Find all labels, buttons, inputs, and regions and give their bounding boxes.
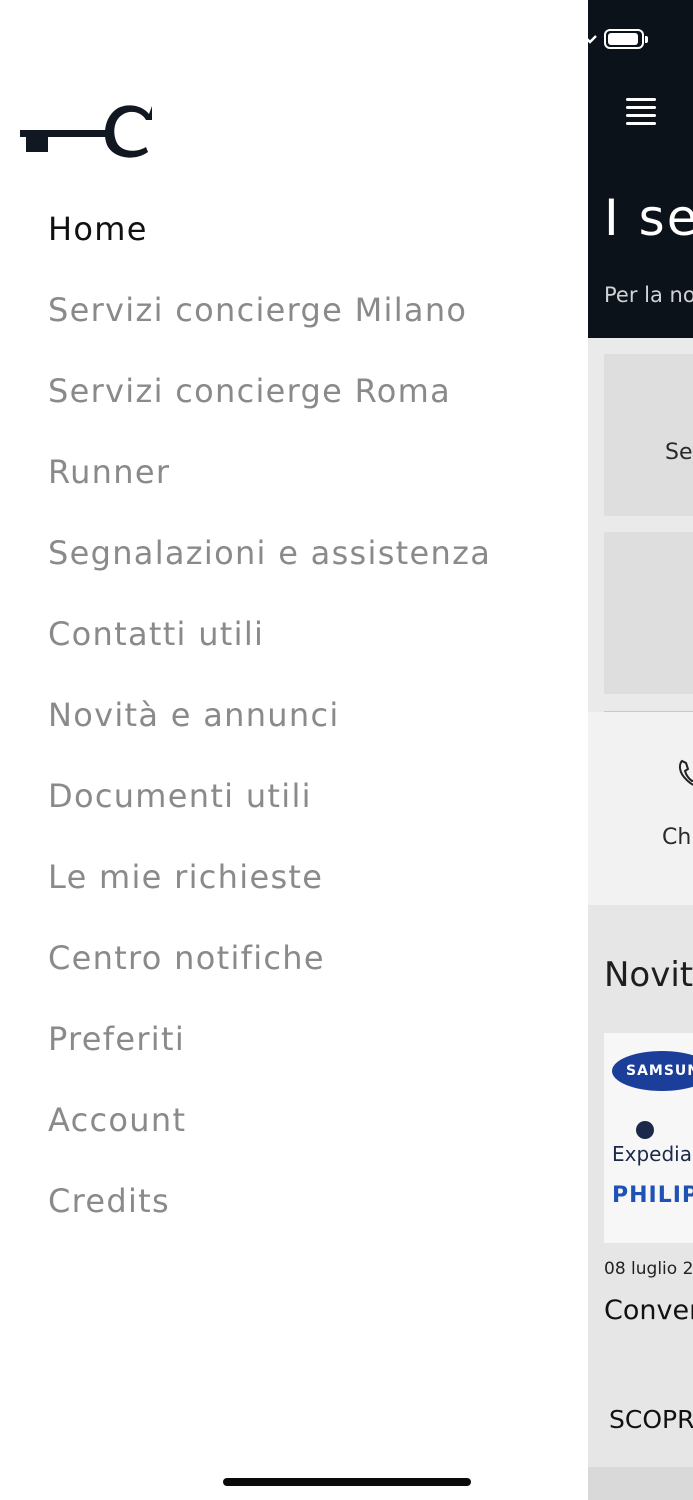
side-drawer: Home Servizi concierge Milano Servizi co… [0, 0, 588, 1500]
samsung-logo: SAMSUNG [612, 1051, 693, 1091]
bottom-strip [588, 1467, 693, 1500]
main-screen: I se Per la no Se Ch Novit SAMSUNG Exped… [588, 0, 693, 1500]
expedia-logo: Expedia [612, 1121, 693, 1166]
menu-item-preferiti[interactable]: Preferiti [48, 1019, 185, 1059]
menu-item-novita[interactable]: Novità e annunci [48, 695, 340, 735]
section-title: Novit [604, 955, 693, 995]
menu-item-documenti[interactable]: Documenti utili [48, 776, 312, 816]
battery-icon [604, 29, 648, 49]
status-bar [588, 18, 693, 62]
discover-button[interactable]: SCOPRI [609, 1405, 693, 1434]
menu-item-runner[interactable]: Runner [48, 452, 170, 492]
page-title: I se [604, 189, 693, 247]
menu-item-notifiche[interactable]: Centro notifiche [48, 938, 325, 978]
menu-item-servizi-roma[interactable]: Servizi concierge Roma [48, 371, 451, 411]
service-card[interactable]: Se [604, 354, 693, 516]
menu-item-segnalazioni[interactable]: Segnalazioni e assistenza [48, 533, 491, 573]
quick-actions-row: Ch [588, 712, 693, 905]
menu-icon[interactable] [624, 96, 658, 130]
news-heading[interactable]: Conven [604, 1295, 693, 1326]
quick-action-label: Ch [662, 825, 692, 850]
home-indicator[interactable] [223, 1478, 471, 1486]
phone-icon[interactable] [676, 757, 693, 791]
battery-level [608, 33, 638, 45]
menu-item-contatti[interactable]: Contatti utili [48, 614, 264, 654]
service-card-label: Se [665, 440, 693, 465]
main-header: I se Per la no [588, 0, 693, 338]
news-section: Novit SAMSUNG Expedia PHILIPS 08 luglio … [588, 905, 693, 1500]
service-card[interactable] [604, 532, 693, 694]
menu-item-credits[interactable]: Credits [48, 1181, 170, 1221]
menu-item-servizi-milano[interactable]: Servizi concierge Milano [48, 290, 467, 330]
menu-item-account[interactable]: Account [48, 1100, 186, 1140]
expedia-plane-icon [636, 1121, 654, 1139]
news-card[interactable]: SAMSUNG Expedia PHILIPS [604, 1033, 693, 1243]
news-date: 08 luglio 2 [604, 1259, 693, 1279]
menu-item-home[interactable]: Home [48, 209, 148, 249]
key-c-logo-icon [18, 100, 158, 164]
menu-item-richieste[interactable]: Le mie richieste [48, 857, 323, 897]
page-subtitle: Per la no [604, 283, 693, 307]
wifi-icon [588, 30, 598, 46]
philips-logo: PHILIPS [612, 1183, 693, 1208]
